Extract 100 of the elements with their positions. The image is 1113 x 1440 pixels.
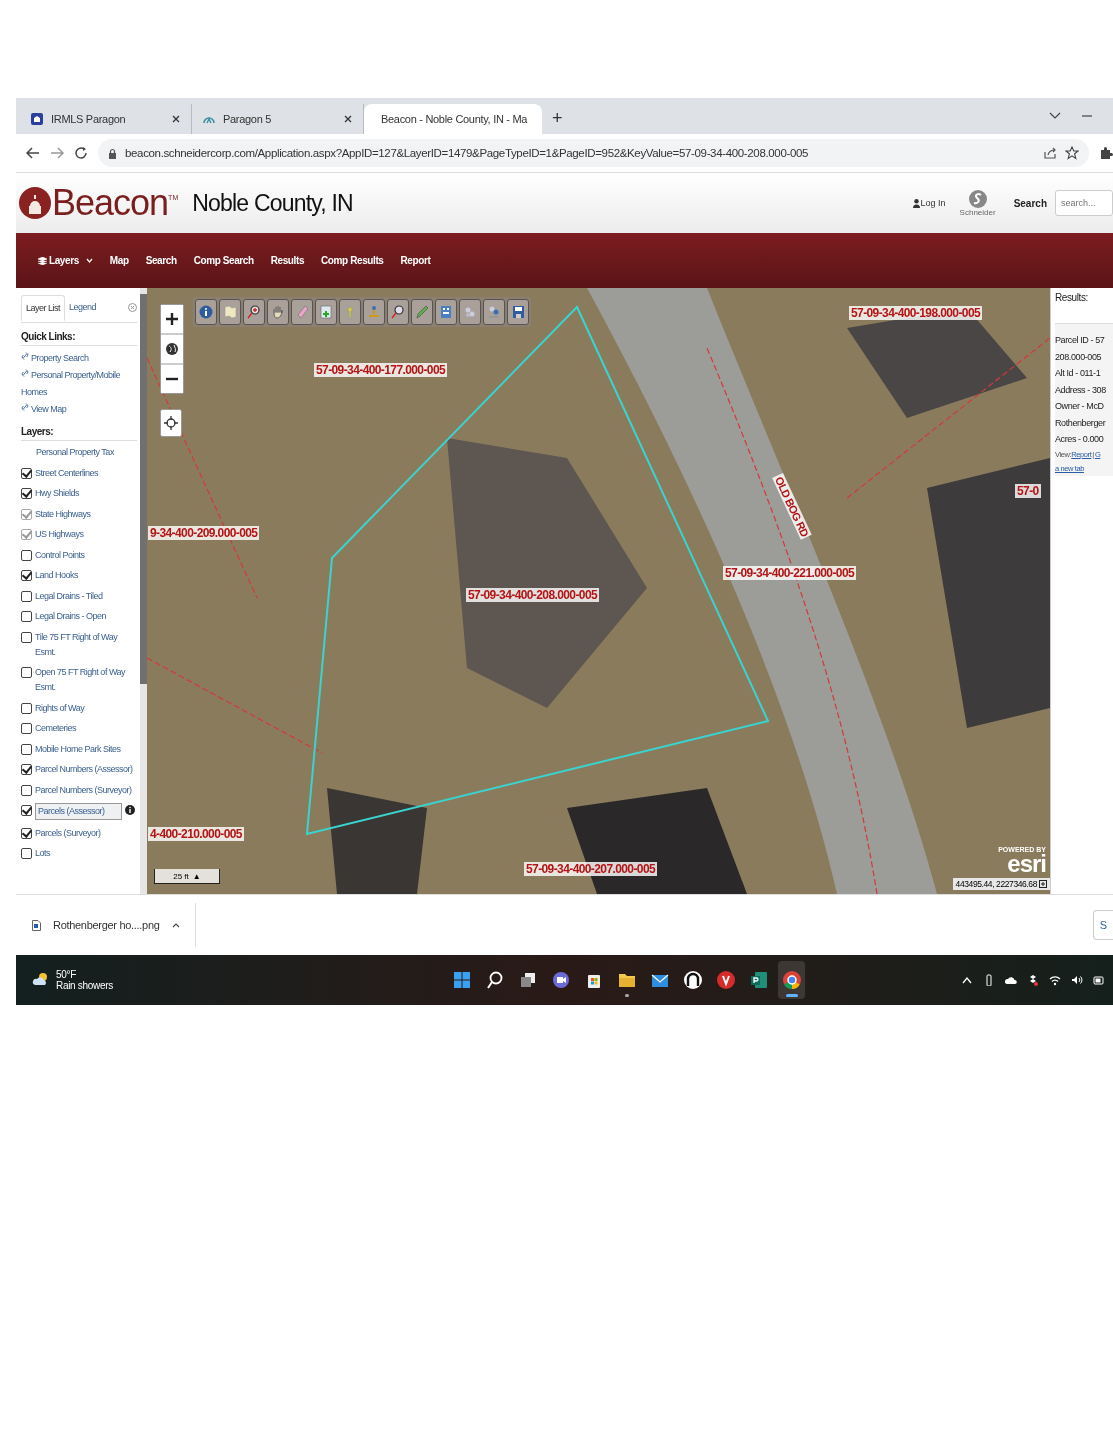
dome-building-icon <box>19 187 51 219</box>
checkbox[interactable] <box>21 590 32 602</box>
close-icon[interactable] <box>171 114 181 124</box>
cloud-icon[interactable] <box>1005 974 1017 986</box>
checkbox[interactable] <box>21 723 32 734</box>
parcel-number-label: 57-0 <box>1015 484 1041 498</box>
checkbox[interactable] <box>21 702 32 714</box>
minimize-icon[interactable] <box>1081 112 1093 120</box>
nav-link[interactable]: Comp Search <box>193 255 254 266</box>
map-tool-button[interactable] <box>219 299 241 325</box>
layer-label[interactable]: Cemeteries <box>35 721 137 736</box>
layer-label[interactable]: Parcels (Surveyor) <box>35 825 137 841</box>
checkbox[interactable] <box>21 784 32 796</box>
layers-menu[interactable]: Layers <box>38 255 93 266</box>
layer-label[interactable]: Legal Drains - Tiled <box>35 588 137 604</box>
esri-logo: esri <box>1007 853 1046 875</box>
map-tool-button[interactable] <box>195 299 217 325</box>
locate-button[interactable] <box>160 409 182 437</box>
info-icon <box>197 303 215 321</box>
search-field[interactable]: search... <box>1055 190 1113 216</box>
zoom-out-button[interactable] <box>161 365 183 393</box>
checkbox[interactable] <box>21 667 32 678</box>
new-tab-button[interactable]: + <box>552 108 563 129</box>
scale-toggle[interactable]: ▲ <box>192 871 201 881</box>
parcel-number-label: 4-400-210.000-005 <box>148 827 244 841</box>
s-logo-icon <box>967 189 988 208</box>
back-icon[interactable] <box>26 146 40 160</box>
battery-icon[interactable] <box>1093 974 1105 986</box>
checkbox[interactable] <box>21 549 32 561</box>
map-tool-button[interactable] <box>243 299 265 325</box>
layer-label[interactable]: Open 75 FT Right of Way Esmt. <box>35 665 137 695</box>
parcel-number-label: 57-09-34-400-207.000-005 <box>524 862 658 876</box>
checkbox[interactable] <box>21 467 32 479</box>
nav-link[interactable]: Comp Results <box>321 255 384 266</box>
result-text: 208.000-005 <box>1055 350 1103 364</box>
reload-icon[interactable] <box>74 146 88 160</box>
checkbox[interactable] <box>21 764 32 775</box>
address-bar[interactable]: beacon.schneidercorp.com/Application.aspx?AppID=127&LayerID=1479&PageTypeID=1&PageID=952&KeyValue=57-09-34-400-208.000-005 <box>98 139 1089 167</box>
result-text: Address - 308 <box>1055 383 1107 397</box>
layer-label[interactable]: Parcel Numbers (Surveyor) <box>35 782 137 798</box>
checkbox[interactable] <box>21 827 32 839</box>
nav-link[interactable]: Results <box>270 255 305 266</box>
checkbox[interactable] <box>21 805 32 816</box>
zoom-in-button[interactable] <box>161 305 183 333</box>
caret-up-icon[interactable] <box>171 922 180 928</box>
layer-label[interactable]: Tile 75 FT Right of Way Esmt. <box>35 629 137 660</box>
quick-link[interactable]: Property Search <box>21 350 137 367</box>
layer-label[interactable]: Mobile Home Park Sites <box>35 741 137 757</box>
arch-logo-icon <box>682 970 703 990</box>
quick-link[interactable]: Personal Property/Mobile Homes <box>21 367 137 401</box>
download-item[interactable]: Rothenberger ho....png <box>16 903 196 947</box>
speaker-icon[interactable] <box>1071 974 1083 986</box>
globe-button[interactable] <box>161 335 183 363</box>
taskbar-app-button[interactable] <box>778 961 805 999</box>
weather-text: Rain showers <box>56 980 113 991</box>
info-icon[interactable] <box>125 805 135 815</box>
layer-label[interactable]: Legal Drains - Open <box>35 609 137 624</box>
puzzle-icon[interactable] <box>1099 146 1113 160</box>
nav-link[interactable]: Search <box>145 255 177 266</box>
checkbox[interactable] <box>21 611 32 622</box>
result-text: Acres - 0.000 <box>1055 433 1105 446</box>
link-icon <box>21 368 29 378</box>
checkbox[interactable] <box>21 631 32 643</box>
close-icon[interactable] <box>343 114 353 124</box>
forward-icon[interactable] <box>50 146 64 160</box>
layer-label[interactable]: Land Hooks <box>35 568 137 583</box>
checkbox[interactable] <box>21 743 32 755</box>
usb-drive-icon[interactable] <box>983 974 995 986</box>
map-tool-button[interactable] <box>267 299 289 325</box>
layer-group-label[interactable]: Personal Property Tax <box>21 445 137 460</box>
chevron-down-icon[interactable] <box>1049 112 1061 120</box>
nav-link[interactable]: Report <box>400 255 431 266</box>
county-title: Noble County, IN <box>192 189 353 217</box>
checkbox[interactable] <box>21 848 32 859</box>
show-all-button[interactable]: S <box>1092 910 1113 940</box>
login-link[interactable]: Log In <box>912 198 946 208</box>
url-text: beacon.schneidercorp.com/Application.aspx?AppID=127&LayerID=1479&PageTypeID=1&PageID=952&KeyValue=57-09-34-400-208.000-005 <box>125 147 809 159</box>
browser-tab[interactable]: Beacon - Noble County, IN - Ma <box>364 104 542 134</box>
parcel-number-label: 9-34-400-209.000-005 <box>148 526 260 540</box>
scrollbar-thumb[interactable] <box>140 294 147 684</box>
tab-title: IRMLS Paragon <box>51 113 127 125</box>
panel-tab[interactable]: Legend <box>65 295 101 319</box>
checkbox[interactable] <box>21 488 32 499</box>
tab-title: Paragon 5 <box>223 113 273 125</box>
map-tool-button[interactable] <box>291 299 313 325</box>
layer-label[interactable]: Parcels (Assessor) <box>35 803 122 820</box>
wifi-icon[interactable] <box>1049 974 1061 986</box>
share-icon[interactable] <box>1043 146 1057 160</box>
nav-link[interactable]: Map <box>109 255 129 266</box>
layer-label[interactable]: Hwy Shields <box>35 486 137 501</box>
layer-label[interactable]: Rights of Way <box>35 700 137 716</box>
star-icon[interactable] <box>1065 146 1079 160</box>
layer-label[interactable]: Parcel Numbers (Assessor) <box>35 762 137 777</box>
checkbox[interactable] <box>21 570 32 581</box>
layer-label[interactable]: Street Centerlines <box>35 465 137 481</box>
layer-label[interactable]: Control Points <box>35 547 137 563</box>
layer-label[interactable]: Lots <box>35 846 137 861</box>
expand-icon[interactable] <box>1039 880 1047 888</box>
quick-link[interactable]: View Map <box>21 401 137 418</box>
panel-tab[interactable]: Layer List <box>21 294 66 321</box>
